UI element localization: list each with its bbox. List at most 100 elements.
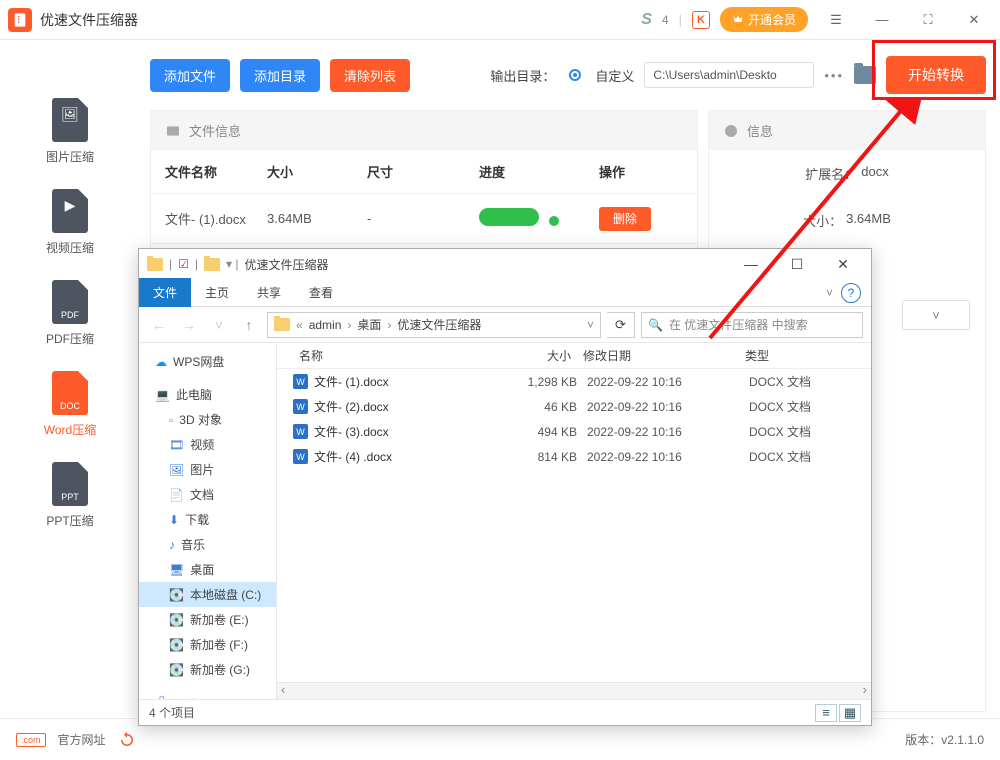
docx-icon [293, 449, 308, 464]
col-date[interactable]: 修改日期 [577, 347, 739, 364]
file-size: 1,298 KB [493, 375, 577, 389]
refresh-icon[interactable]: ⟳ [607, 312, 635, 338]
tree-network[interactable]: 🖧网络 [139, 690, 276, 699]
file-type: DOCX 文档 [739, 373, 829, 390]
minimize-icon[interactable]: — [864, 2, 900, 38]
list-item[interactable]: 文件- (3).docx494 KB2022-09-22 10:16DOCX 文… [277, 419, 871, 444]
site-link[interactable]: 官方网址 [58, 731, 106, 748]
sidebar-item-pdf[interactable]: PDF PDF压缩 [0, 280, 140, 347]
list-item[interactable]: 文件- (4) .docx814 KB2022-09-22 10:16DOCX … [277, 444, 871, 469]
site-icon: .com [16, 733, 46, 747]
tree-item[interactable]: 💽新加卷 (E:) [139, 607, 276, 632]
sidebar-item-image[interactable]: 🖼 图片压缩 [0, 98, 140, 165]
add-file-button[interactable]: 添加文件 [150, 59, 230, 92]
tree-item[interactable]: ♪音乐 [139, 532, 276, 557]
file-size: 3.64MB [267, 211, 367, 226]
search-placeholder: 在 优速文件压缩器 中搜索 [669, 316, 808, 333]
tree-item[interactable]: 🖥桌面 [139, 557, 276, 582]
horizontal-scrollbar[interactable] [277, 682, 871, 699]
info-ext: 扩展名：docx [709, 150, 985, 197]
tab-share[interactable]: 共享 [243, 278, 295, 307]
search-icon: 🔍 [648, 318, 663, 332]
list-item[interactable]: 文件- (2).docx46 KB2022-09-22 10:16DOCX 文档 [277, 394, 871, 419]
convert-button[interactable]: 开始转换 [886, 56, 986, 94]
breadcrumb-item[interactable]: 桌面 [353, 316, 385, 333]
sidebar: 🖼 图片压缩 ▶ 视频压缩 PDF PDF压缩 DOC Word压缩 PPT P… [0, 78, 140, 553]
tree-item[interactable]: ⬇下载 [139, 507, 276, 532]
recent-icon[interactable]: ˅ [207, 313, 231, 337]
chevron-down-icon[interactable]: ˅ [826, 286, 833, 300]
tree-item[interactable]: 🎞视频 [139, 432, 276, 457]
explorer-tree: ☁WPS网盘 💻此电脑 ▫3D 对象 🎞视频 🖼图片 📄文档 ⬇下载 ♪音乐 🖥… [139, 343, 277, 699]
maximize-icon[interactable]: ⛶ [910, 2, 946, 38]
col-size[interactable]: 大小 [493, 347, 577, 364]
view-large-icon[interactable]: ▦ [839, 704, 861, 722]
more-dots-icon[interactable]: ••• [824, 68, 844, 83]
info-size: 大小：3.64MB [709, 197, 985, 244]
version: 版本：v2.1.1.0 [905, 731, 984, 748]
tree-item[interactable]: 💽新加卷 (G:) [139, 657, 276, 682]
help-icon[interactable]: ? [841, 283, 861, 303]
col-name[interactable]: 名称 [293, 347, 493, 364]
file-type: DOCX 文档 [739, 448, 829, 465]
tab-home[interactable]: 主页 [191, 278, 243, 307]
file-size: 814 KB [493, 450, 577, 464]
file-date: 2022-09-22 10:16 [577, 425, 739, 439]
breadcrumb-item[interactable]: 优速文件压缩器 [393, 316, 485, 333]
col-progress: 进度 [479, 162, 599, 181]
folder-icon[interactable] [854, 66, 876, 84]
explorer-statusbar: 4 个项目 ≡ ▦ [139, 699, 871, 725]
col-type[interactable]: 类型 [739, 347, 829, 364]
menu-icon[interactable]: ☰ [818, 2, 854, 38]
forward-icon[interactable]: → [177, 313, 201, 337]
status-text: 4 个项目 [149, 704, 195, 721]
app-title: 优速文件压缩器 [40, 10, 138, 30]
delete-button[interactable]: 删除 [599, 207, 651, 231]
col-size: 大小 [267, 162, 367, 181]
breadcrumb-item[interactable]: admin [305, 318, 346, 332]
explorer-list: 名称 大小 修改日期 类型 文件- (1).docx1,298 KB2022-0… [277, 343, 871, 699]
tab-view[interactable]: 查看 [295, 278, 347, 307]
explorer-minimize-icon[interactable]: — [731, 250, 771, 278]
clear-list-button[interactable]: 清除列表 [330, 59, 410, 92]
explorer-maximize-icon[interactable]: ☐ [777, 250, 817, 278]
col-action: 操作 [599, 162, 679, 181]
custom-radio[interactable] [569, 69, 581, 81]
s-number: 4 [662, 13, 669, 27]
refresh-icon[interactable] [118, 731, 136, 749]
col-name: 文件名称 [165, 162, 267, 181]
tree-item[interactable]: 🖼图片 [139, 457, 276, 482]
explorer-search[interactable]: 🔍 在 优速文件压缩器 中搜索 [641, 312, 863, 338]
tree-item[interactable]: 📄文档 [139, 482, 276, 507]
tree-pc[interactable]: 💻此电脑 [139, 382, 276, 407]
folder-icon [147, 258, 163, 271]
k-icon[interactable]: K [692, 11, 710, 29]
tree-item[interactable]: 💽新加卷 (F:) [139, 632, 276, 657]
file-row[interactable]: 文件- (1).docx 3.64MB - 删除 [151, 194, 697, 244]
tab-file[interactable]: 文件 [139, 278, 191, 307]
tree-item[interactable]: ▫3D 对象 [139, 407, 276, 432]
output-path-input[interactable] [644, 62, 814, 88]
view-details-icon[interactable]: ≡ [815, 704, 837, 722]
docx-icon [293, 424, 308, 439]
add-folder-button[interactable]: 添加目录 [240, 59, 320, 92]
sidebar-item-video[interactable]: ▶ 视频压缩 [0, 189, 140, 256]
member-button[interactable]: 开通会员 [720, 7, 808, 32]
explorer-window: | ☑ | ▾ | 优速文件压缩器 — ☐ ✕ 文件 主页 共享 查看 ˅ ? … [138, 248, 872, 726]
close-icon[interactable]: ✕ [956, 2, 992, 38]
sidebar-item-word[interactable]: DOC Word压缩 [0, 371, 140, 438]
back-icon[interactable]: ← [147, 313, 171, 337]
file-dim: - [367, 211, 479, 226]
sidebar-item-ppt[interactable]: PPT PPT压缩 [0, 462, 140, 529]
tree-wps[interactable]: ☁WPS网盘 [139, 349, 276, 374]
list-item[interactable]: 文件- (1).docx 1,298 KB2022-09-22 10:16DOCX… [277, 369, 871, 394]
breadcrumb[interactable]: « admin › 桌面 › 优速文件压缩器 ˅ [267, 312, 601, 338]
file-name: 文件- (1).docx [314, 373, 389, 390]
tree-item-selected[interactable]: 💽本地磁盘 (C:) [139, 582, 276, 607]
up-icon[interactable]: ↑ [237, 313, 261, 337]
file-date: 2022-09-22 10:16 [577, 375, 739, 389]
member-button-label: 开通会员 [748, 11, 796, 28]
explorer-close-icon[interactable]: ✕ [823, 250, 863, 278]
dropdown[interactable]: ˅ [902, 300, 970, 330]
file-type: DOCX 文档 [739, 398, 829, 415]
